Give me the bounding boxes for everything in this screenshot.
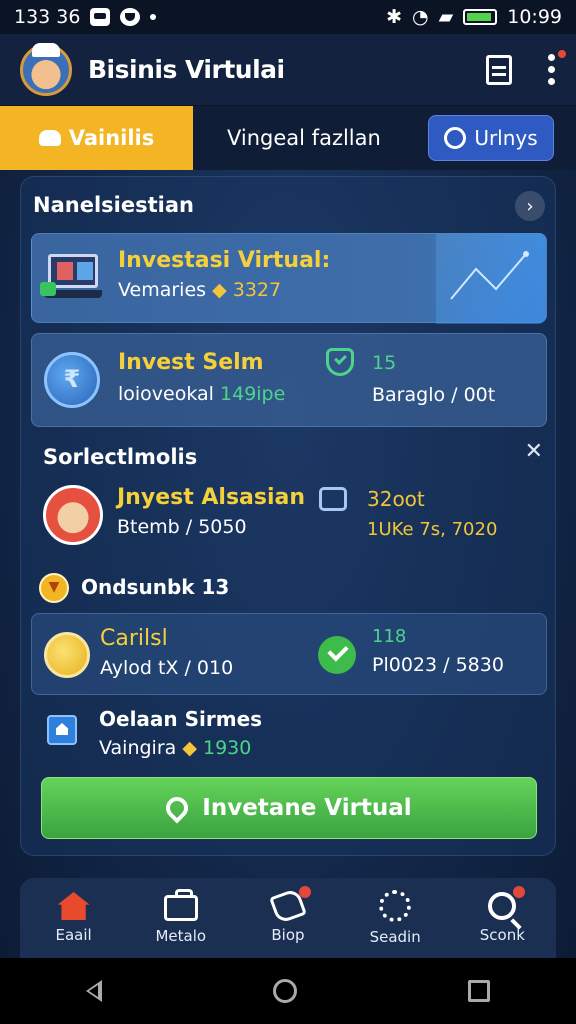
nav-item-metalo[interactable]: Metalo bbox=[136, 889, 226, 945]
nav-item-seadin[interactable]: Seadin bbox=[350, 890, 440, 946]
nav-item-sconk[interactable]: Sconk bbox=[457, 886, 547, 944]
card-sub-value: 149ipe bbox=[220, 383, 286, 405]
search-icon bbox=[488, 892, 517, 920]
list-icon[interactable] bbox=[486, 54, 512, 85]
row-title: Oelaan Sirmes bbox=[99, 707, 263, 731]
row-title: Jnyest Alsasian bbox=[117, 485, 306, 510]
invest-virtual-button[interactable]: Invetane Virtual bbox=[41, 777, 537, 839]
row-right-bottom: 1UKe 7s, 7020 bbox=[367, 519, 498, 540]
card-title: Carilsl bbox=[100, 626, 168, 651]
subsection-title: Sorlectlmolis bbox=[43, 445, 198, 469]
heart-icon bbox=[161, 792, 193, 824]
home-circle-icon[interactable] bbox=[272, 979, 297, 1003]
investasi-virtual-card[interactable]: Investasi Virtual: Vemaries ◆ 3327 bbox=[31, 233, 547, 324]
row-sub-label: Vaingira bbox=[99, 737, 177, 759]
recents-icon[interactable] bbox=[468, 980, 491, 1002]
chat-icon bbox=[444, 127, 467, 149]
screen: 133 36 ✱ ◔ ▰ 10:99 Bisinis Virtulai Vain… bbox=[0, 0, 576, 1024]
home-icon bbox=[57, 892, 90, 920]
face-icon bbox=[120, 8, 141, 26]
nav-label: Seadin bbox=[369, 928, 421, 946]
card-right-bottom: Pl0023 / 5830 bbox=[372, 654, 504, 676]
row-sub: Btemb / 5050 bbox=[117, 516, 247, 538]
card-right-top: 118 bbox=[372, 626, 407, 647]
card-sub-label: loioveokal bbox=[118, 383, 214, 405]
back-icon[interactable] bbox=[85, 980, 102, 1002]
nav-label: Metalo bbox=[155, 927, 207, 945]
notification-dot-icon bbox=[150, 14, 157, 20]
bottom-nav: Eaail Metalo Biop Seadin Sconk bbox=[20, 878, 556, 958]
section-title: Nanelsiestian bbox=[33, 193, 194, 217]
battery-icon bbox=[463, 9, 498, 25]
card-title: Invest Selm bbox=[118, 350, 264, 375]
system-nav-bar bbox=[0, 958, 576, 1024]
down-arrow-coin-icon bbox=[39, 573, 69, 603]
card-right-top: 15 bbox=[372, 352, 397, 374]
card-sub-label: Vemaries bbox=[118, 279, 207, 301]
check-circle-icon bbox=[318, 636, 356, 674]
tab-vingeal-fazllan[interactable]: Vingeal fazllan bbox=[227, 126, 381, 150]
notification-badge bbox=[513, 886, 526, 898]
status-time-left: 133 36 bbox=[14, 6, 81, 28]
wallet-icon bbox=[44, 632, 90, 678]
signal-icon: ▰ bbox=[438, 6, 454, 28]
notification-badge bbox=[298, 886, 311, 898]
more-options-icon[interactable] bbox=[548, 50, 566, 85]
card-right-bottom: Baraglo / 00t bbox=[372, 384, 496, 406]
message-icon bbox=[90, 8, 111, 26]
tab-label: Vainilis bbox=[68, 126, 155, 150]
rupee-coin-icon bbox=[44, 352, 100, 408]
carilsl-card[interactable]: Carilsl Aylod tX / 010 118 Pl0023 / 5830 bbox=[31, 613, 547, 695]
nav-item-biop[interactable]: Biop bbox=[243, 886, 333, 944]
chevron-right-icon[interactable]: › bbox=[515, 191, 545, 221]
nav-label: Eaail bbox=[55, 926, 92, 944]
wifi-icon: ◔ bbox=[412, 6, 429, 28]
urlnys-button[interactable]: Urlnys bbox=[428, 115, 554, 161]
app-bar: Bisinis Virtulai bbox=[0, 34, 576, 106]
chart-graphic bbox=[436, 234, 546, 324]
group-title: Ondsunbk 13 bbox=[81, 575, 230, 599]
invest-selm-card[interactable]: Invest Selm loioveokal 149ipe 15 Baraglo… bbox=[31, 333, 547, 427]
gear-icon bbox=[379, 890, 412, 922]
cta-label: Invetane Virtual bbox=[202, 795, 412, 821]
close-icon[interactable]: ✕ bbox=[525, 439, 543, 464]
row-sub-value: 1930 bbox=[202, 737, 252, 759]
bag-icon bbox=[38, 130, 61, 146]
briefcase-icon bbox=[163, 889, 198, 921]
status-time-right: 10:99 bbox=[507, 6, 562, 28]
row-right-top: 32oot bbox=[367, 487, 425, 511]
shield-icon bbox=[319, 487, 347, 511]
card-title: Investasi Virtual: bbox=[118, 248, 331, 273]
main-card: Nanelsiestian › Investasi Virtual: Vemar… bbox=[20, 176, 556, 856]
app-title: Bisinis Virtulai bbox=[88, 55, 285, 84]
coin-icon: ◆ bbox=[212, 279, 233, 301]
shield-check-icon bbox=[326, 348, 354, 376]
nav-item-eaail[interactable]: Eaail bbox=[29, 892, 119, 944]
chef-avatar-icon bbox=[43, 485, 103, 545]
card-sub-value: 3327 bbox=[232, 279, 282, 301]
laptop-chart-icon bbox=[40, 252, 102, 302]
avatar[interactable] bbox=[20, 42, 72, 96]
pill-label: Urlnys bbox=[474, 126, 538, 150]
tab-vainilis[interactable]: Vainilis bbox=[0, 106, 193, 170]
coin-icon: ◆ bbox=[182, 737, 203, 759]
bluetooth-icon: ✱ bbox=[386, 6, 403, 28]
nav-label: Biop bbox=[271, 926, 305, 944]
card-sub: Aylod tX / 010 bbox=[100, 657, 234, 679]
house-icon bbox=[47, 715, 77, 745]
tab-bar: Vainilis Vingeal fazllan Urlnys bbox=[0, 106, 576, 170]
status-bar: 133 36 ✱ ◔ ▰ 10:99 bbox=[0, 0, 576, 34]
